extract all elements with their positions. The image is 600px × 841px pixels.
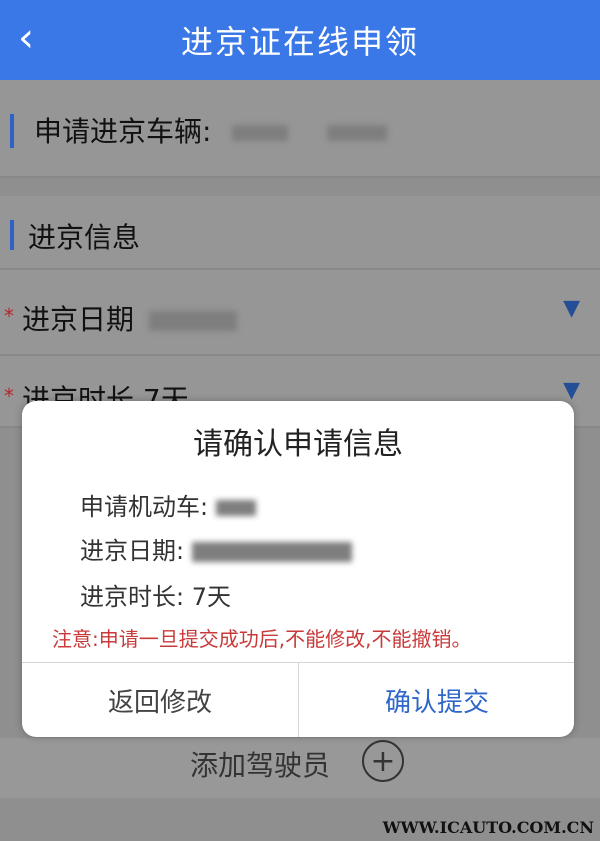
add-driver-label: 添加驾驶员 (190, 749, 331, 782)
section-accent-bar (10, 220, 14, 250)
header: ‹ 进京证在线申领 (0, 0, 600, 80)
dialog-duration-label: 进京时长: (80, 583, 185, 611)
add-driver-row[interactable]: 添加驾驶员 + (0, 738, 600, 798)
masked-plate (232, 125, 289, 141)
confirm-dialog: 请确认申请信息 申请机动车: 进京日期: 进京时长: 7天 注意:申请一旦提交成… (22, 401, 574, 737)
section-header: 进京信息 (0, 196, 600, 270)
watermark: WWW.ICAUTO.COM.CN (382, 818, 594, 837)
dialog-vehicle-row: 申请机动车: (80, 487, 256, 522)
dialog-date-label: 进京日期: (80, 537, 185, 565)
dialog-title: 请确认申请信息 (193, 427, 403, 462)
dialog-duration-value: 7天 (191, 583, 232, 611)
dialog-date-row: 进京日期: (80, 531, 352, 566)
required-star: * (4, 384, 14, 408)
vehicle-label: 申请进京车辆: (34, 115, 212, 148)
date-row[interactable]: * 进京日期 ▼ (0, 270, 600, 356)
page-title: 进京证在线申领 (180, 23, 419, 61)
date-label: 进京日期 (22, 303, 135, 336)
dropdown-triangle-icon[interactable]: ▼ (563, 378, 580, 403)
dropdown-triangle-icon[interactable]: ▼ (563, 296, 580, 321)
masked-plate-2 (327, 125, 388, 141)
return-modify-button[interactable]: 返回修改 (22, 663, 298, 737)
dialog-duration-row: 进京时长: 7天 (80, 577, 231, 612)
masked-date (148, 311, 237, 331)
vehicle-row: 申请进京车辆: (0, 80, 600, 178)
masked-dialog-date (191, 542, 352, 562)
dialog-buttons: 返回修改 确认提交 (22, 662, 574, 737)
dialog-vehicle-label: 申请机动车: (80, 493, 209, 521)
section-title: 进京信息 (28, 221, 141, 254)
masked-vehicle (215, 500, 256, 516)
section-accent-bar (10, 114, 14, 148)
required-star: * (4, 304, 14, 328)
confirm-submit-button[interactable]: 确认提交 (298, 663, 574, 737)
dialog-warning: 注意:申请一旦提交成功后,不能修改,不能撤销。 (52, 627, 472, 651)
back-chevron-icon[interactable]: ‹ (18, 18, 34, 58)
plus-circle-icon[interactable]: + (362, 740, 404, 782)
